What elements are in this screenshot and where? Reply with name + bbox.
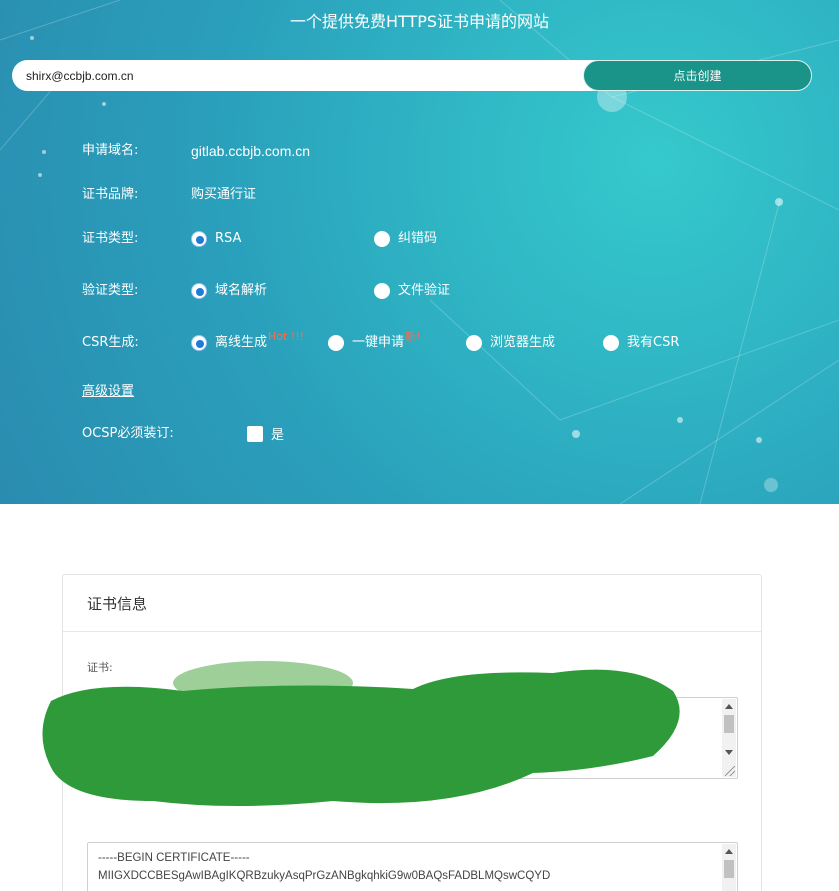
radio-ecc[interactable]: 纠错码 <box>374 229 437 249</box>
scroll-up-icon[interactable] <box>725 704 733 709</box>
radio-checked-icon <box>191 231 207 247</box>
radio-unchecked-icon <box>603 335 619 351</box>
cert-text-line: MIIGXDCCBESgAwIBAgIKQRBzukyAsqPrGzANBgkq… <box>98 870 551 882</box>
advanced-settings-link[interactable]: 高级设置 <box>82 380 134 399</box>
brand-label: 证书品牌: <box>82 187 139 202</box>
email-bar: 点击创建 <box>12 60 812 91</box>
cert-type-label: 证书类型: <box>82 231 139 246</box>
certificate-panel: 证书信息 证书: -----BEGIN CERTIFICATE----- MII… <box>42 574 762 891</box>
hero-banner: 一个提供免费HTTPS证书申请的网站 点击创建 申请域名: gitlab.ccb… <box>0 0 839 504</box>
cert-label: 证书: <box>87 661 113 674</box>
radio-checked-icon <box>191 335 207 351</box>
radio-rsa[interactable]: RSA <box>191 229 241 249</box>
radio-csr-browser-label: 浏览器生成 <box>490 335 556 350</box>
radio-csr-own-label: 我有CSR <box>627 335 680 350</box>
radio-file-label: 文件验证 <box>398 283 451 298</box>
radio-unchecked-icon <box>374 283 390 299</box>
new-badge: 新! <box>405 330 421 343</box>
radio-checked-icon <box>191 283 207 299</box>
brand-value: 购买通行证 <box>191 187 257 202</box>
domain-label: 申请域名: <box>82 143 139 158</box>
radio-file[interactable]: 文件验证 <box>374 281 450 301</box>
page-title: 一个提供免费HTTPS证书申请的网站 <box>289 12 550 31</box>
ocsp-checkbox-label: 是 <box>271 428 285 443</box>
radio-csr-offline-label: 离线生成 <box>215 335 268 350</box>
scroll-thumb[interactable] <box>724 715 734 733</box>
hot-badge: Hot !!! <box>268 330 305 343</box>
radio-csr-own[interactable]: 我有CSR <box>603 333 679 353</box>
cert-chain-textarea[interactable]: -----BEGIN CERTIFICATE----- MIIGXDCCBESg… <box>87 842 738 891</box>
scroll-up-icon[interactable] <box>725 849 733 854</box>
radio-dns[interactable]: 域名解析 <box>191 281 267 301</box>
radio-unchecked-icon <box>374 231 390 247</box>
cert-text-line: -----BEGIN CERTIFICATE----- <box>98 852 250 864</box>
create-button[interactable]: 点击创建 <box>583 60 812 91</box>
email-input[interactable] <box>12 60 584 91</box>
radio-csr-oneclick-label: 一键申请 <box>352 335 405 350</box>
scrollbar[interactable] <box>722 844 736 891</box>
radio-rsa-label: RSA <box>215 231 242 246</box>
radio-unchecked-icon <box>328 335 344 351</box>
radio-dns-label: 域名解析 <box>215 283 268 298</box>
scroll-down-icon[interactable] <box>725 750 733 755</box>
ocsp-checkbox[interactable] <box>247 426 263 442</box>
resize-grip-icon[interactable] <box>725 766 735 776</box>
domain-value: gitlab.ccbjb.com.cn <box>191 143 311 159</box>
radio-unchecked-icon <box>466 335 482 351</box>
radio-csr-offline[interactable]: 离线生成 Hot !!! <box>191 330 304 353</box>
radio-csr-browser[interactable]: 浏览器生成 <box>466 333 555 353</box>
radio-csr-oneclick[interactable]: 一键申请 新! <box>328 330 420 353</box>
panel-title: 证书信息 <box>63 575 761 632</box>
cert-textarea[interactable] <box>87 697 738 779</box>
csr-label: CSR生成: <box>82 335 139 350</box>
radio-ecc-label: 纠错码 <box>398 231 438 246</box>
ocsp-label: OCSP必须装订: <box>82 426 174 441</box>
verify-type-label: 验证类型: <box>82 283 139 298</box>
scroll-thumb[interactable] <box>724 860 734 878</box>
